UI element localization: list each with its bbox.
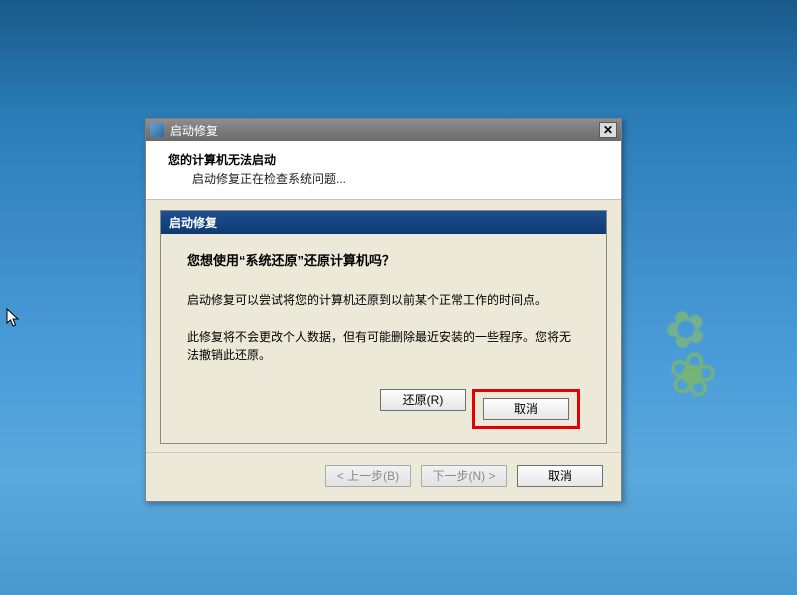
app-icon (150, 123, 164, 137)
close-button[interactable]: ✕ (599, 122, 617, 138)
inner-title: 启动修复 (169, 216, 217, 230)
prompt-paragraph-2: 此修复将不会更改个人数据，但有可能删除最近安装的一些程序。您将无法撤销此还原。 (187, 328, 580, 365)
dialog-header: 您的计算机无法启动 启动修复正在检查系统问题... (146, 141, 621, 200)
prompt-paragraph-1: 启动修复可以尝试将您的计算机还原到以前某个正常工作的时间点。 (187, 291, 580, 310)
header-subtitle: 启动修复正在检查系统问题... (192, 170, 599, 187)
highlight-annotation: 取消 (472, 389, 580, 429)
startup-repair-dialog: 启动修复 ✕ 您的计算机无法启动 启动修复正在检查系统问题... 启动修复 您想… (145, 118, 622, 502)
cancel-button[interactable]: 取消 (483, 398, 569, 420)
back-button: < 上一步(B) (325, 465, 411, 487)
restore-button[interactable]: 还原(R) (380, 389, 466, 411)
close-icon: ✕ (603, 124, 613, 136)
inner-titlebar[interactable]: 启动修复 (161, 211, 606, 234)
prompt-question: 您想使用“系统还原”还原计算机吗？ (187, 250, 580, 269)
system-restore-prompt-dialog: 启动修复 您想使用“系统还原”还原计算机吗？ 启动修复可以尝试将您的计算机还原到… (160, 210, 607, 444)
next-button: 下一步(N) > (421, 465, 507, 487)
cursor-icon (6, 308, 22, 330)
wizard-cancel-button[interactable]: 取消 (517, 465, 603, 487)
titlebar[interactable]: 启动修复 ✕ (146, 119, 621, 141)
wizard-button-row: < 上一步(B) 下一步(N) > 取消 (146, 452, 621, 501)
header-title: 您的计算机无法启动 (168, 151, 599, 168)
window-title: 启动修复 (170, 122, 599, 139)
inner-button-row: 还原(R) 取消 (187, 383, 580, 429)
